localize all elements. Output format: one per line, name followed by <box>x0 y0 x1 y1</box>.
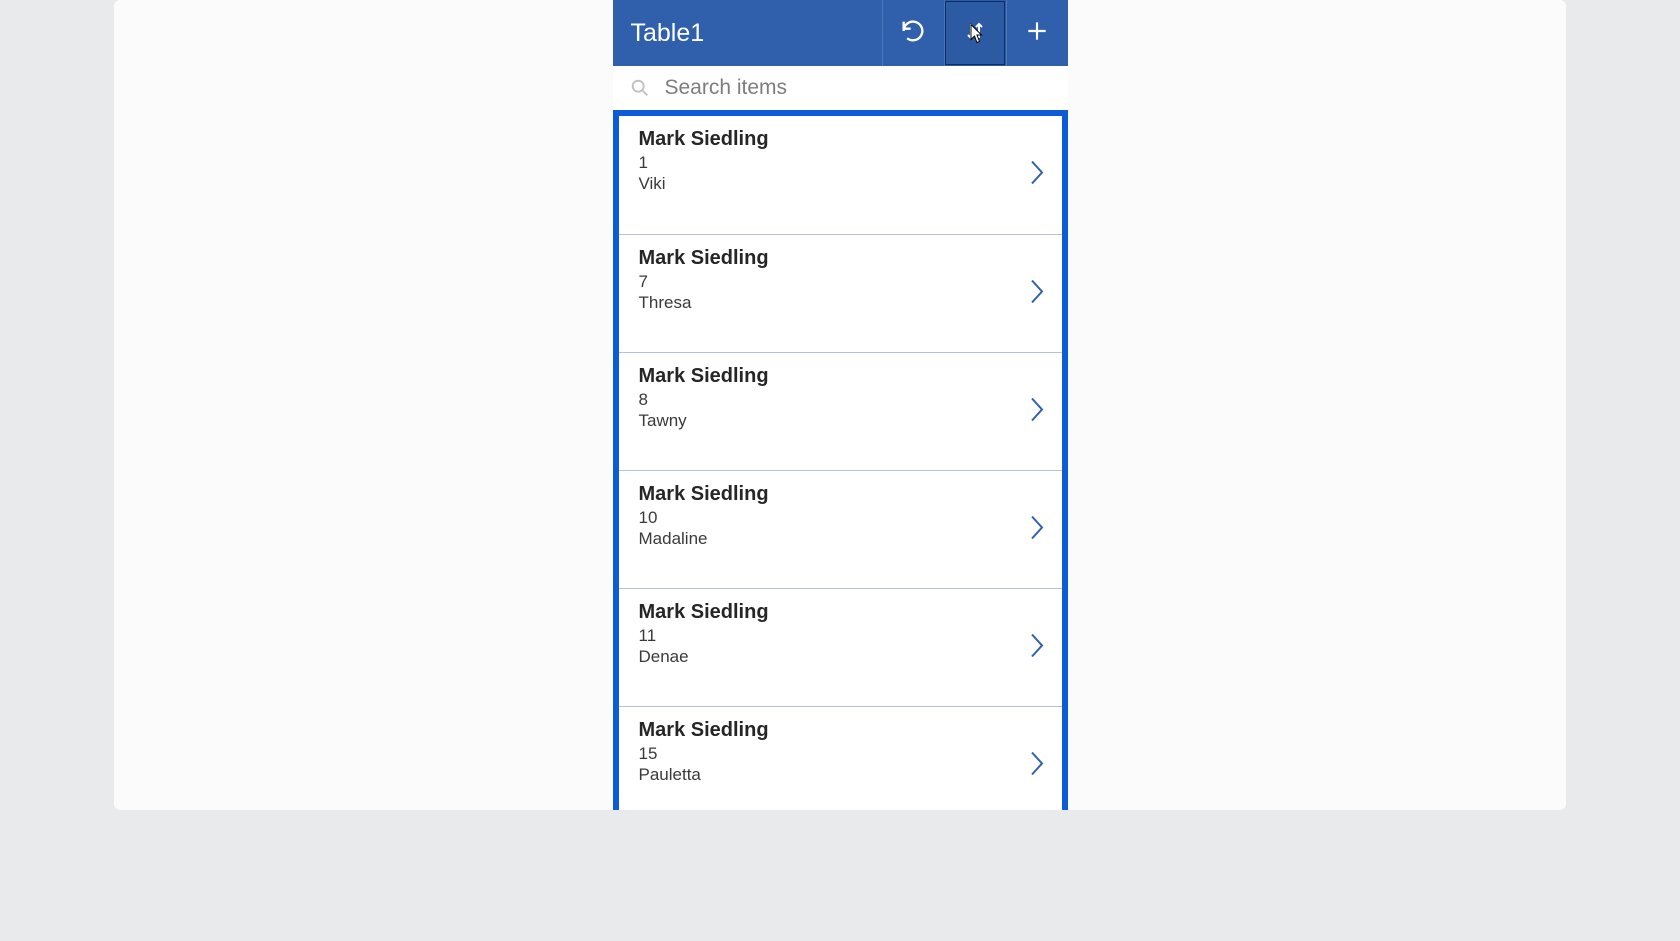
sort-icon <box>963 17 987 50</box>
chevron-right-icon <box>1028 647 1046 664</box>
item-title: Mark Siedling <box>639 128 1042 151</box>
item-title: Mark Siedling <box>639 247 1042 270</box>
item-number: 7 <box>639 272 1042 292</box>
item-open-button[interactable] <box>1028 630 1046 665</box>
item-number: 1 <box>639 153 1042 173</box>
list-item[interactable]: Mark Siedling 8 Tawny <box>619 352 1062 470</box>
list-item[interactable]: Mark Siedling 15 Pauletta <box>619 706 1062 810</box>
search-icon <box>629 77 651 99</box>
app-header: Table1 <box>613 0 1068 66</box>
chevron-right-icon <box>1028 175 1046 192</box>
gallery-selection: Mark Siedling 1 Viki Mark Siedling 7 Thr… <box>613 110 1068 810</box>
item-subtitle: Viki <box>639 174 1042 194</box>
phone-frame: Table1 <box>613 0 1068 810</box>
gallery[interactable]: Mark Siedling 1 Viki Mark Siedling 7 Thr… <box>619 116 1062 810</box>
list-item[interactable]: Mark Siedling 7 Thresa <box>619 234 1062 352</box>
refresh-button[interactable] <box>882 0 944 66</box>
item-open-button[interactable] <box>1028 276 1046 311</box>
chevron-right-icon <box>1028 411 1046 428</box>
plus-icon <box>1024 18 1050 49</box>
chevron-right-icon <box>1028 293 1046 310</box>
search-input[interactable] <box>665 76 1056 100</box>
item-number: 10 <box>639 508 1042 528</box>
list-item[interactable]: Mark Siedling 1 Viki <box>619 116 1062 234</box>
item-subtitle: Tawny <box>639 411 1042 431</box>
list-item[interactable]: Mark Siedling 11 Denae <box>619 588 1062 706</box>
item-open-button[interactable] <box>1028 512 1046 547</box>
item-subtitle: Pauletta <box>639 765 1042 785</box>
list-item[interactable]: Mark Siedling 10 Madaline <box>619 470 1062 588</box>
refresh-icon <box>899 17 927 50</box>
item-subtitle: Denae <box>639 647 1042 667</box>
item-open-button[interactable] <box>1028 748 1046 783</box>
item-title: Mark Siedling <box>639 601 1042 624</box>
item-open-button[interactable] <box>1028 394 1046 429</box>
item-subtitle: Thresa <box>639 293 1042 313</box>
header-actions <box>882 0 1068 66</box>
item-title: Mark Siedling <box>639 365 1042 388</box>
add-button[interactable] <box>1006 0 1068 66</box>
item-number: 8 <box>639 390 1042 410</box>
sort-button[interactable] <box>944 0 1006 66</box>
search-bar <box>613 66 1068 110</box>
app-canvas: Table1 <box>114 0 1566 810</box>
item-subtitle: Madaline <box>639 529 1042 549</box>
item-title: Mark Siedling <box>639 719 1042 742</box>
item-title: Mark Siedling <box>639 483 1042 506</box>
item-number: 15 <box>639 744 1042 764</box>
item-number: 11 <box>639 626 1042 646</box>
screen-title: Table1 <box>631 19 882 48</box>
chevron-right-icon <box>1028 529 1046 546</box>
chevron-right-icon <box>1028 765 1046 782</box>
item-open-button[interactable] <box>1028 158 1046 193</box>
